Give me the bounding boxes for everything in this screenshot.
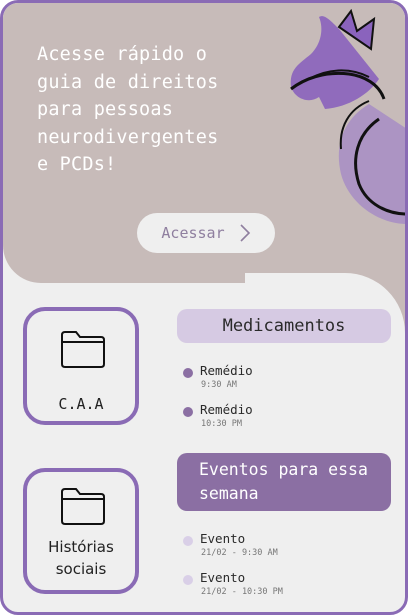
hero-text: Acesse rápido o guia de direitos para pe… bbox=[37, 44, 219, 175]
app-frame: Acesse rápido o guia de direitos para pe… bbox=[0, 0, 408, 615]
bullet-dot bbox=[183, 368, 193, 378]
events-header: Eventos para essa semana bbox=[177, 453, 391, 511]
access-button-label: Acessar bbox=[161, 224, 225, 242]
event-name: Evento bbox=[200, 531, 246, 546]
hero-banner: Acesse rápido o guia de direitos para pe… bbox=[3, 3, 405, 283]
folder-icon bbox=[61, 331, 105, 368]
folder-icon bbox=[61, 488, 105, 525]
medication-name: Remédio bbox=[200, 363, 253, 378]
medication-name: Remédio bbox=[200, 402, 253, 417]
bullet-dot bbox=[183, 407, 193, 417]
event-name: Evento bbox=[200, 570, 246, 585]
social-stories-label: Histórias sociais bbox=[48, 538, 114, 578]
bullet-dot bbox=[183, 536, 193, 546]
medication-time: 9:30 AM bbox=[201, 380, 237, 390]
event-time: 21/02 - 10:30 PM bbox=[201, 587, 283, 597]
social-stories-tile[interactable]: Histórias sociais bbox=[23, 468, 139, 594]
access-button[interactable]: Acessar bbox=[137, 213, 275, 253]
caa-tile[interactable]: C.A.A bbox=[23, 307, 139, 425]
medications-header: Medicamentos bbox=[177, 309, 391, 343]
chevron-right-icon bbox=[240, 224, 250, 242]
fox-illustration bbox=[290, 9, 405, 224]
event-time: 21/02 - 9:30 AM bbox=[201, 548, 278, 558]
caa-label: C.A.A bbox=[58, 395, 104, 413]
medication-time: 10:30 PM bbox=[201, 419, 242, 429]
bullet-dot bbox=[183, 575, 193, 585]
